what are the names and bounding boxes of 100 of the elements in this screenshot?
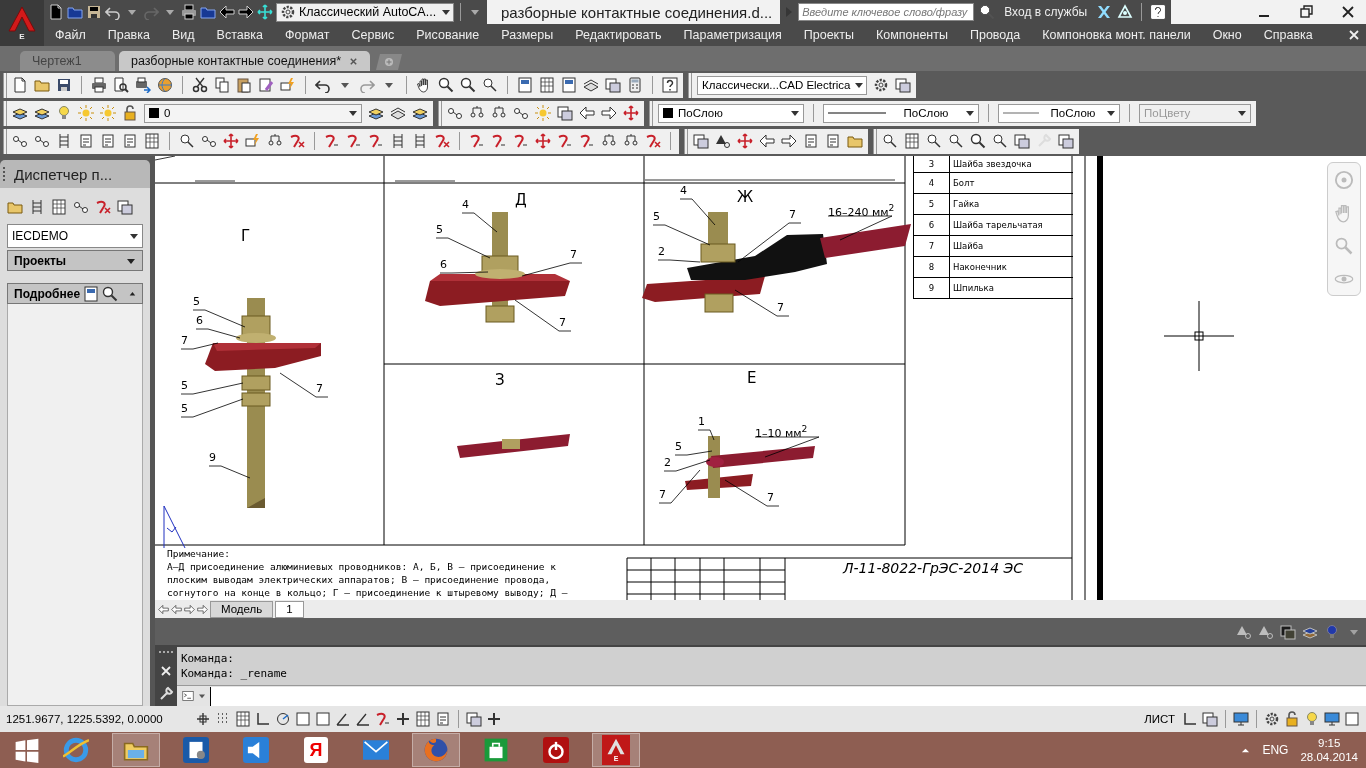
wire-delete-icon[interactable] [645,133,661,149]
menu-item[interactable]: Формат [274,28,341,42]
panel-icon[interactable] [83,285,100,302]
node-link-icon[interactable] [201,133,217,149]
layout-tab[interactable]: 1 [275,600,304,618]
block-icon[interactable] [1058,133,1074,149]
block-icon[interactable] [557,105,573,121]
grid-icon[interactable] [51,199,67,215]
lightbulb-icon[interactable] [56,105,72,121]
lineweight-dropdown[interactable]: ПоСлою [998,103,1120,123]
wire-icon[interactable] [324,133,340,149]
restore-icon[interactable] [1298,4,1314,20]
menu-item[interactable]: Компоненты [864,28,959,42]
ortho-icon[interactable] [255,711,271,727]
calculator-icon[interactable] [627,77,643,93]
sheet-stack-icon[interactable] [583,77,599,93]
ladder-icon[interactable] [29,199,45,215]
folder-icon[interactable] [847,133,863,149]
contact-pair-icon[interactable] [267,133,283,149]
settings-icon[interactable] [873,77,889,93]
wire-icon[interactable] [513,133,529,149]
panel-icon[interactable] [517,77,533,93]
block-icon[interactable] [1202,711,1218,727]
menu-item[interactable]: Проекты [792,28,865,42]
lightning-icon[interactable] [280,77,296,93]
zoom-icon[interactable] [979,4,996,20]
yandex-browser-icon[interactable]: Я [304,737,328,763]
layers-icon[interactable] [412,105,428,121]
command-prompt-icon[interactable] [182,690,194,702]
angle-icon[interactable] [335,711,351,727]
layer-dropdown[interactable]: 0 [144,103,362,123]
wire-icon[interactable] [491,133,507,149]
menu-item[interactable]: Размеры [490,28,565,42]
ortho-icon[interactable] [1182,711,1198,727]
ladder-icon[interactable] [56,133,72,149]
contact-pair-icon[interactable] [469,105,485,121]
arrow-left-icon[interactable] [219,4,235,20]
triangle-icon[interactable] [715,133,731,149]
store-bag-icon[interactable] [483,737,509,763]
wire-delete-icon[interactable] [95,199,111,215]
workspace-dropdown[interactable]: Классический AutoCA... [276,2,454,22]
help-icon[interactable] [662,77,678,93]
block-icon[interactable] [1014,133,1030,149]
angle-icon[interactable] [355,711,371,727]
print-icon[interactable] [91,77,107,93]
block-icon[interactable] [895,77,911,93]
wire-icon[interactable] [469,133,485,149]
lightning-icon[interactable] [245,133,261,149]
block-icon[interactable] [605,77,621,93]
move-arrows-icon[interactable] [223,133,239,149]
mail-icon[interactable] [363,737,389,763]
lightbulb-icon[interactable] [1304,711,1320,727]
menu-item[interactable]: Сервис [340,28,406,42]
wire-icon[interactable] [579,133,595,149]
monitor-icon[interactable] [1233,711,1249,727]
menu-item[interactable]: Вставка [205,28,275,42]
print-preview-icon[interactable] [113,77,129,93]
node-link-icon[interactable] [34,133,50,149]
project-dropdown[interactable]: IECDEMO [7,224,143,248]
arrow-right-icon[interactable] [238,4,254,20]
speaker-icon[interactable] [243,737,269,763]
move-arrows-icon[interactable] [535,133,551,149]
folder-icon[interactable] [34,77,50,93]
lock-icon[interactable] [1284,711,1300,727]
menu-item[interactable]: Вид [160,28,206,42]
wire-icon[interactable] [368,133,384,149]
search-field[interactable]: Введите ключевое слово/фразу [798,3,975,21]
globe-icon[interactable] [157,77,173,93]
plus-icon[interactable] [395,711,411,727]
space-toggle-button[interactable]: ЛИСТ [1141,713,1178,725]
document-icon[interactable] [48,4,64,20]
linetype-dropdown[interactable]: ПоСлою [823,103,979,123]
copy-icon[interactable] [214,77,230,93]
square-icon[interactable] [1344,711,1360,727]
plus-icon[interactable] [486,711,502,727]
ladder-icon[interactable] [412,133,428,149]
polar-icon[interactable] [275,711,291,727]
panel-icon[interactable] [561,77,577,93]
x-logo-icon[interactable] [1096,4,1113,20]
contact-pair-icon[interactable] [491,105,507,121]
symbol-icon[interactable] [78,133,94,149]
zoom-icon[interactable] [102,285,119,302]
zoom-icon[interactable] [460,77,476,93]
grid-icon[interactable] [144,133,160,149]
sign-in-button[interactable]: Вход в службы [1000,5,1092,19]
menu-item[interactable]: Справка [1252,28,1324,42]
menu-item[interactable]: Окно [1201,28,1253,42]
document-icon[interactable] [12,77,28,93]
menu-item[interactable]: Правка [96,28,161,42]
document-tab[interactable]: разборные контактные соединения* [119,51,371,71]
wire-icon[interactable] [375,711,391,727]
menu-item[interactable]: Компоновка монт. панели [1031,28,1202,42]
node-link-icon[interactable] [73,199,89,215]
grid-icon[interactable] [904,133,920,149]
color-dropdown[interactable]: ПоСлою [658,103,804,123]
close-icon[interactable] [1340,4,1356,20]
node-link-icon[interactable] [513,105,529,121]
layers-icon[interactable] [34,105,50,121]
application-menu-button[interactable]: E [0,0,44,46]
settings-app-icon[interactable] [183,737,209,763]
